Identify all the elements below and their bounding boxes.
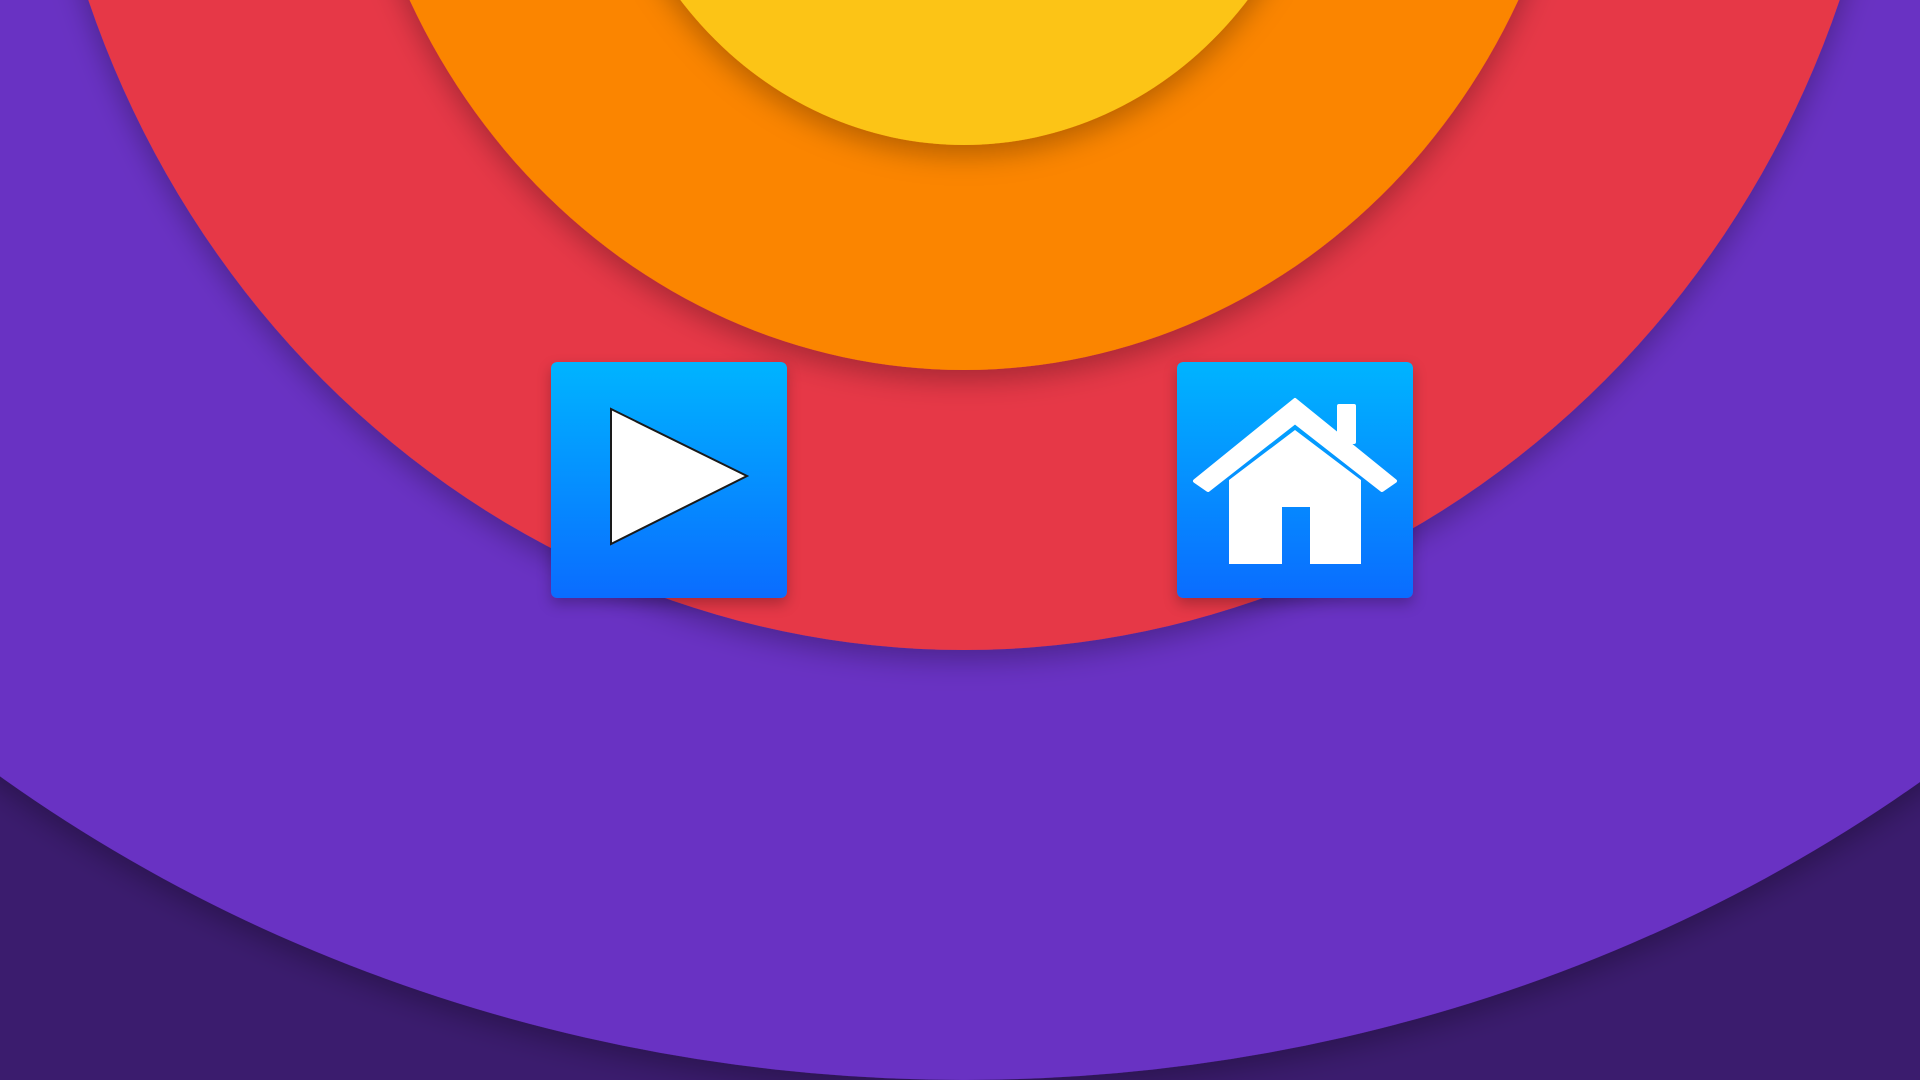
play-button[interactable]	[551, 362, 787, 598]
game-menu-screen	[0, 0, 1920, 1080]
play-button-face	[551, 362, 787, 598]
concentric-rings-background	[0, 0, 1920, 1080]
home-button-face	[1177, 362, 1413, 598]
home-button[interactable]	[1177, 362, 1413, 598]
